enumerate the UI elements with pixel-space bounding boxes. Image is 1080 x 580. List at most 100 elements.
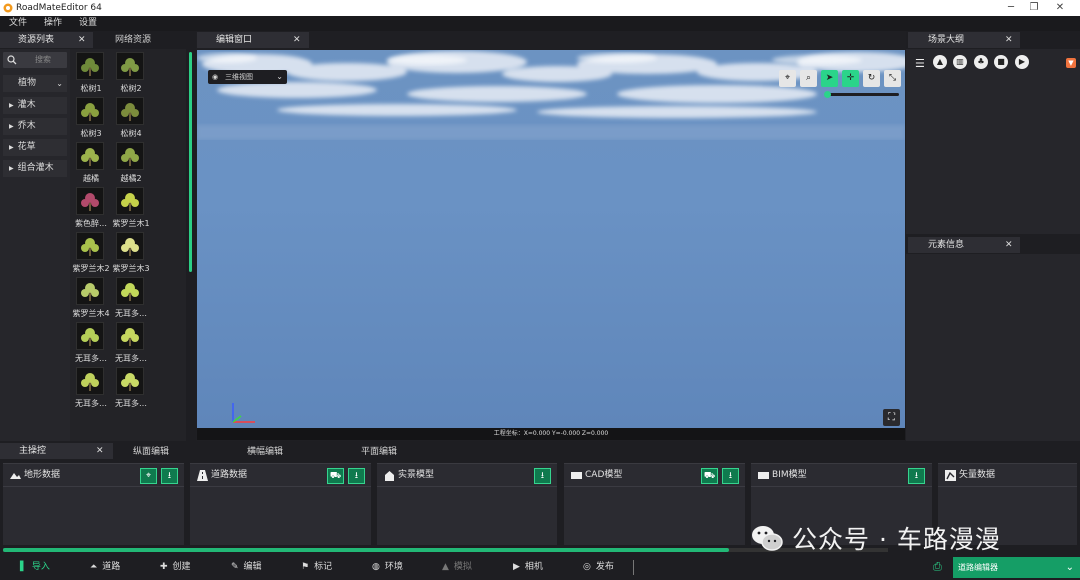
speed-slider[interactable] xyxy=(824,91,899,98)
close-tab-icon[interactable]: ✕ xyxy=(78,32,86,48)
category-dropdown[interactable]: 植物 ⌄ xyxy=(3,75,67,92)
truck-icon[interactable]: ⛟ xyxy=(327,468,344,484)
asset-thumbnail[interactable] xyxy=(76,52,104,80)
fullscreen-icon[interactable]: ⛶ xyxy=(883,409,900,426)
menu-operate[interactable]: 操作 xyxy=(44,18,62,29)
tree-filter-icon[interactable]: ♣ xyxy=(974,55,988,69)
group-label: 灌木 xyxy=(17,100,36,110)
export-icon[interactable]: ⎙ xyxy=(933,560,942,573)
asset-thumbnail[interactable] xyxy=(76,277,104,305)
download-icon[interactable]: ⭳ xyxy=(722,468,739,484)
toolbar-simulate[interactable]: ▲ 模拟 xyxy=(442,561,472,574)
maximize-icon[interactable]: ❐ xyxy=(1028,2,1040,14)
group-combo-shrub[interactable]: ▶ 组合灌木 xyxy=(3,160,67,177)
group-tree[interactable]: ▶ 乔木 xyxy=(3,118,67,135)
download-icon[interactable]: ⭳ xyxy=(534,468,551,484)
close-window-icon[interactable]: ✕ xyxy=(1054,2,1066,14)
toolbar-label: 编辑 xyxy=(243,562,262,572)
asset-label: 无耳多… xyxy=(115,354,147,363)
editor-mode-dropdown[interactable]: 道路编辑器 ⌄ xyxy=(953,557,1080,578)
asset-thumbnail[interactable] xyxy=(116,277,144,305)
toolbar-environment[interactable]: ◍ 环境 xyxy=(372,561,403,574)
asset-thumbnail[interactable] xyxy=(76,142,104,170)
toolbar-label: 导入 xyxy=(31,562,50,572)
slider-handle[interactable] xyxy=(824,91,831,98)
close-tab-icon[interactable]: ✕ xyxy=(1005,32,1013,48)
asset-label: 无耳多… xyxy=(115,399,147,408)
road-filter-icon[interactable]: ▥ xyxy=(953,55,967,69)
model-filter-icon[interactable]: ■ xyxy=(994,55,1008,69)
toolbar-divider xyxy=(633,560,634,575)
app-window: RoadMateEditor 64 ─ ❐ ✕ 文件 操作 设置 资源列表 ✕ … xyxy=(0,0,1080,580)
group-label: 组合灌木 xyxy=(17,163,54,173)
toolbar-create[interactable]: ✚ 创建 xyxy=(160,561,191,574)
search-icon xyxy=(7,55,17,65)
locate-icon[interactable]: ⌖ xyxy=(140,468,157,484)
scale-icon[interactable]: ⤡ xyxy=(884,70,901,87)
tab-label: 编辑窗口 xyxy=(216,35,253,45)
wechat-icon xyxy=(752,526,783,551)
play-filter-icon[interactable]: ▶ xyxy=(1015,55,1029,69)
asset-label: 松树1 xyxy=(80,84,102,93)
toolbar-import[interactable]: ▌ 导入 xyxy=(20,561,50,574)
close-tab-icon[interactable]: ✕ xyxy=(1005,237,1013,253)
card-header: 矢量数据 xyxy=(938,464,1077,487)
tab-cross-section-edit[interactable]: 横幅编辑 xyxy=(247,446,283,458)
tab-profile-edit[interactable]: 纵面编辑 xyxy=(133,446,169,458)
select-arrow-icon[interactable]: ➤ xyxy=(821,70,838,87)
download-icon[interactable]: ⭳ xyxy=(908,468,925,484)
asset-scrollbar[interactable] xyxy=(189,52,192,272)
download-icon[interactable]: ⭳ xyxy=(348,468,365,484)
view-mode-dropdown[interactable]: ◉ 三维视图 ⌄ xyxy=(208,70,287,84)
asset-thumbnail[interactable] xyxy=(116,97,144,125)
group-shrub[interactable]: ▶ 灌木 xyxy=(3,97,67,114)
chevron-down-icon: ⌄ xyxy=(1065,562,1074,573)
asset-thumbnail[interactable] xyxy=(116,52,144,80)
asset-thumbnail[interactable] xyxy=(116,367,144,395)
asset-thumbnail[interactable] xyxy=(76,187,104,215)
asset-thumbnail[interactable] xyxy=(116,142,144,170)
truck-icon[interactable]: ⛟ xyxy=(701,468,718,484)
asset-thumbnail[interactable] xyxy=(76,322,104,350)
toolbar-camera[interactable]: ▶ 相机 xyxy=(513,561,543,574)
card-cad-model: CAD模型 ⛟ ⭳ xyxy=(564,463,745,545)
asset-thumbnail[interactable] xyxy=(116,322,144,350)
toolbar-road[interactable]: ⏶ 道路 xyxy=(90,561,120,574)
view-mode-value: 三维视图 xyxy=(225,73,253,81)
menu-file[interactable]: 文件 xyxy=(9,18,27,29)
expand-arrow-icon: ▶ xyxy=(9,102,14,109)
download-icon[interactable]: ⭳ xyxy=(161,468,178,484)
asset-thumbnail[interactable] xyxy=(76,97,104,125)
3d-viewport[interactable]: ◉ 三维视图 ⌄ ⌖ ⌕ ➤ ✛ ↻ ⤡ ⛶ xyxy=(197,50,905,428)
tab-plan-edit[interactable]: 平面编辑 xyxy=(361,446,397,458)
chevron-down-icon: ⌄ xyxy=(56,79,63,88)
toolbar-publish[interactable]: ◎ 发布 xyxy=(583,561,614,574)
move-icon[interactable]: ✛ xyxy=(842,70,859,87)
toolbar-label: 标记 xyxy=(314,562,333,572)
minimize-icon[interactable]: ─ xyxy=(1005,2,1017,14)
asset-thumbnail[interactable] xyxy=(76,232,104,260)
toolbar-edit[interactable]: ✎ 编辑 xyxy=(231,561,262,574)
coordinate-readout: 工程坐标：X=0.000 Y=-0.000 Z=0.000 xyxy=(197,428,905,440)
close-tab-icon[interactable]: ✕ xyxy=(96,443,104,459)
menu-settings[interactable]: 设置 xyxy=(79,18,97,29)
tab-scene-outline[interactable]: 场景大纲 xyxy=(908,32,1020,48)
asset-label: 紫罗兰木4 xyxy=(72,309,110,318)
filter-icon[interactable]: ▼ xyxy=(1066,58,1076,68)
asset-thumbnail[interactable] xyxy=(76,367,104,395)
search-input[interactable]: 搜索 xyxy=(3,52,67,68)
list-icon[interactable]: ☰ xyxy=(915,57,925,70)
group-flower[interactable]: ▶ 花草 xyxy=(3,139,67,156)
location-pin-icon[interactable]: ⌖ xyxy=(779,70,796,87)
card-title: 道路数据 xyxy=(211,470,248,480)
toolbar-mark[interactable]: ⚑ 标记 xyxy=(301,561,332,574)
rotate-icon[interactable]: ↻ xyxy=(863,70,880,87)
terrain-filter-icon[interactable]: ▲ xyxy=(933,55,947,69)
expand-arrow-icon: ▶ xyxy=(9,123,14,130)
asset-thumbnail[interactable] xyxy=(116,187,144,215)
close-tab-icon[interactable]: ✕ xyxy=(293,32,301,48)
zoom-icon[interactable]: ⌕ xyxy=(800,70,817,87)
tab-network-resource[interactable]: 网络资源 xyxy=(96,32,170,48)
asset-thumbnail[interactable] xyxy=(116,232,144,260)
tab-element-info[interactable]: 元素信息 xyxy=(908,237,1020,253)
